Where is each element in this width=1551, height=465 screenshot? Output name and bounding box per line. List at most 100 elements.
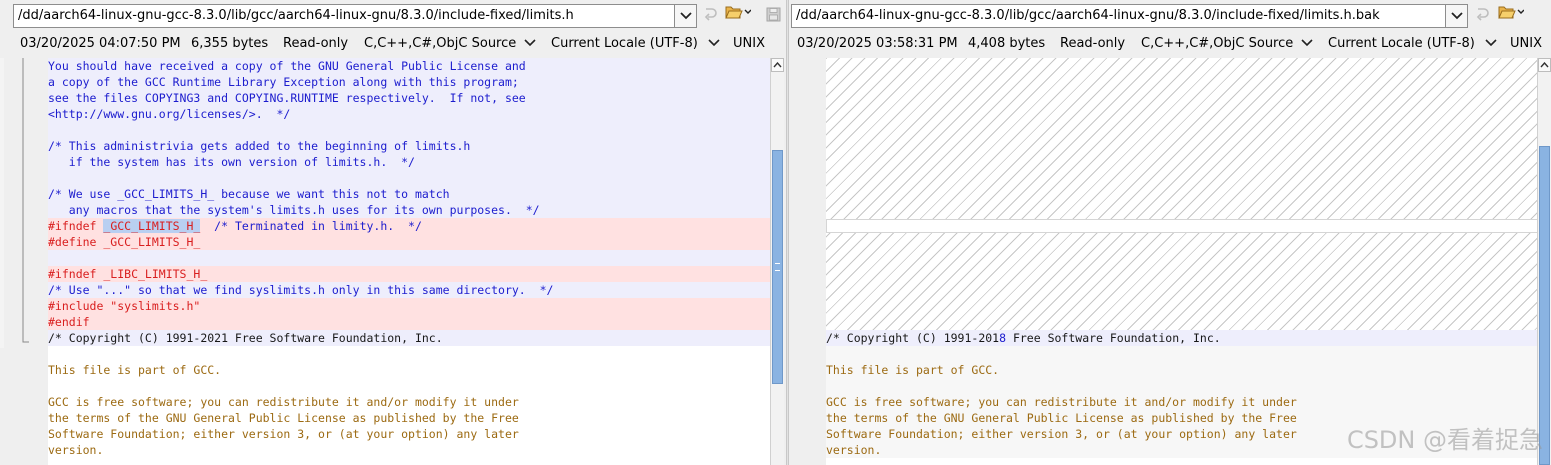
left-encoding-selector[interactable]: Current Locale (UTF-8) [551,34,698,54]
code-token: version. [48,443,104,457]
code-token: You should have received a copy of the G… [48,59,526,73]
code-token: the terms of the GNU General Public Lice… [48,411,519,425]
chevron-down-icon[interactable] [1485,34,1497,54]
code-line: the terms of the GNU General Public Lice… [48,410,770,426]
right-status-bar: 03/20/2025 03:58:31 PM 4,408 bytes Read-… [789,34,1551,54]
code-token: if the system has its own version of lim… [48,155,415,169]
scroll-up-arrow-icon[interactable] [1538,58,1551,72]
left-file-pane: /dd/aarch64-linux-gnu-gcc-8.3.0/lib/gcc/… [0,0,788,465]
chevron-down-icon[interactable] [1301,34,1313,54]
code-token: /* Use "..." so that we find syslimits.h… [48,283,554,297]
code-token: /* This administrivia gets added to the … [48,139,471,153]
code-line: /* Use "..." so that we find syslimits.h… [48,282,770,298]
code-token: 8 [999,331,1007,345]
left-path-combo[interactable]: /dd/aarch64-linux-gnu-gcc-8.3.0/lib/gcc/… [13,4,697,28]
code-token: GCC is free software; you can redistribu… [48,395,519,409]
code-token: a copy of the GCC Runtime Library Except… [48,75,519,89]
code-line: This file is part of GCC. [826,362,1551,378]
current-line-marker [826,219,1551,233]
left-open-folder-button[interactable] [724,5,752,23]
left-syntax-selector[interactable]: C,C++,C#,ObjC Source [364,34,516,54]
code-token: /* Terminated in limity.h. */ [200,219,422,233]
right-encoding-selector[interactable]: Current Locale (UTF-8) [1328,34,1475,54]
code-token: see the files COPYING3 and COPYING.RUNTI… [48,91,526,105]
chevron-down-icon [1450,9,1463,24]
left-path-dropdown-button[interactable] [675,4,697,28]
right-code-editor[interactable]: /* Copyright (C) 1991-2018 Free Software… [826,58,1551,465]
right-syntax-selector[interactable]: C,C++,C#,ObjC Source [1141,34,1293,54]
code-token: /* Copyright (C) 1991-201 [826,331,1000,345]
code-token: the terms of the GNU General Public Lice… [826,411,1297,425]
chevron-down-icon[interactable] [524,34,536,54]
code-line: GCC is free software; you can redistribu… [48,394,770,410]
code-line: #endif [48,314,770,330]
code-token: This file is part of GCC. [48,363,222,377]
chevron-down-icon [679,9,692,24]
code-line: #ifndef _LIBC_LIMITS_H_ [48,266,770,282]
left-file-size: 6,355 bytes [191,36,269,51]
scroll-up-arrow-icon[interactable] [771,58,784,72]
code-token: #endif [48,315,90,329]
code-token: /* Copyright (C) 1991-2021 Free Software… [48,331,443,345]
code-line: /* Copyright (C) 1991-2021 Free Software… [48,330,770,346]
right-path-combo[interactable]: /dd/aarch64-linux-gnu-gcc-8.3.0/lib/gcc/… [791,4,1468,28]
right-path-dropdown-button[interactable] [1446,4,1468,28]
right-file-size: 4,408 bytes [968,36,1046,51]
code-token: #include "syslimits.h" [48,299,201,313]
code-line [48,122,770,138]
code-line: /* Copyright (C) 1991-2018 Free Software… [826,330,1551,346]
code-token: version. [826,443,882,457]
right-diff-gutter [789,58,826,465]
code-line [48,346,770,362]
code-line: #ifndef _GCC_LIMITS_H_ /* Terminated in … [48,218,770,234]
code-token: Software Foundation; either version 3, o… [48,427,519,441]
code-token: #ifndef _LIBC_LIMITS_H_ [48,267,208,281]
code-line: version. [48,442,770,458]
code-line: #define _GCC_LIMITS_H_ [48,234,770,250]
code-token: This file is part of GCC. [826,363,1000,377]
left-scroll-thumb[interactable] [772,150,783,384]
code-line [48,250,770,266]
left-vertical-scrollbar[interactable] [770,58,784,465]
next-difference-icon[interactable] [1474,5,1492,23]
code-line: Software Foundation; either version 3, o… [48,426,770,442]
left-file-datetime: 03/20/2025 04:07:50 PM [20,36,181,51]
code-token: any macros that the system's limits.h us… [48,203,540,217]
watermark: CSDN @看着捉急 [1346,426,1543,454]
code-token: Free Software Foundation, Inc. [1006,331,1221,345]
code-line [826,378,1551,394]
code-line: <http://www.gnu.org/licenses/>. */ [48,106,770,122]
right-line-ending: UNIX [1510,36,1542,51]
open-folder-icon [725,4,752,24]
right-path-field[interactable]: /dd/aarch64-linux-gnu-gcc-8.3.0/lib/gcc/… [791,4,1446,28]
save-icon[interactable] [764,5,782,23]
next-difference-icon[interactable] [702,5,720,23]
left-file-mode: Read-only [283,36,349,51]
missing-lines-placeholder [826,58,1551,330]
code-line: You should have received a copy of the G… [48,58,770,74]
left-line-ending: UNIX [733,36,765,51]
scroll-grip-icon [775,263,780,271]
code-line: #include "syslimits.h" [48,298,770,314]
left-diff-gutter [0,58,48,465]
code-line: a copy of the GCC Runtime Library Except… [48,74,770,90]
left-status-bar: 03/20/2025 04:07:50 PM 6,355 bytes Read-… [0,34,788,54]
left-code-editor[interactable]: You should have received a copy of the G… [48,58,770,465]
right-scroll-thumb[interactable] [1539,146,1550,465]
left-path-field[interactable]: /dd/aarch64-linux-gnu-gcc-8.3.0/lib/gcc/… [13,4,675,28]
code-line: if the system has its own version of lim… [48,154,770,170]
code-line [48,378,770,394]
code-token: #define _GCC_LIMITS_H_ [48,235,201,249]
code-line: GCC is free software; you can redistribu… [826,394,1551,410]
open-folder-icon [1498,4,1525,24]
code-token: <http://www.gnu.org/licenses/>. */ [48,107,291,121]
right-file-datetime: 03/20/2025 03:58:31 PM [797,36,958,51]
code-line: see the files COPYING3 and COPYING.RUNTI… [48,90,770,106]
right-vertical-scrollbar[interactable] [1537,58,1551,465]
code-line: /* We use _GCC_LIMITS_H_ because we want… [48,186,770,202]
chevron-down-icon[interactable] [708,34,720,54]
right-open-folder-button[interactable] [1497,5,1525,23]
selected-text: _GCC_LIMITS_H_ [103,219,201,233]
code-line [48,170,770,186]
right-file-mode: Read-only [1060,36,1126,51]
